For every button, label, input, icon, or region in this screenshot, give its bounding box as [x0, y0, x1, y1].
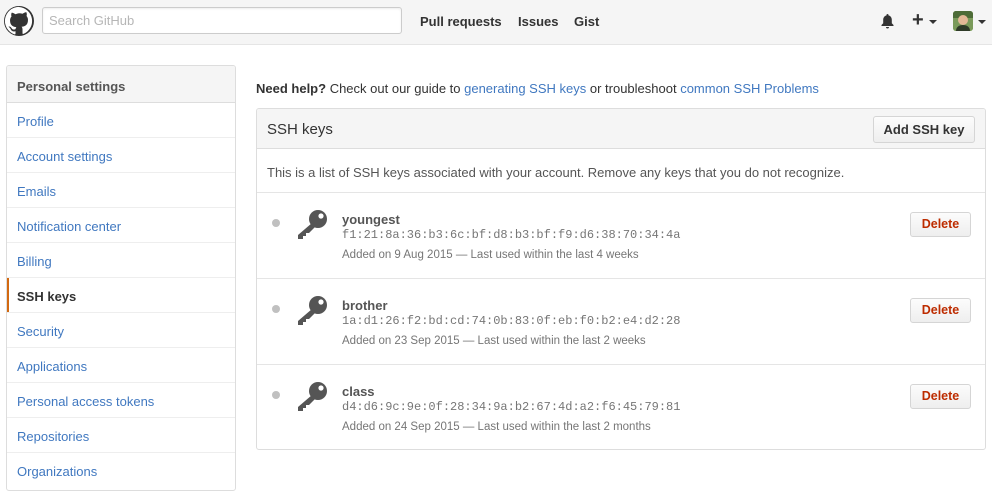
status-dot-icon	[272, 305, 280, 313]
key-title: brother	[342, 298, 388, 313]
key-title: class	[342, 384, 375, 399]
key-icon	[295, 295, 329, 330]
status-dot-icon	[272, 391, 280, 399]
help-text: Need help? Check out our guide to genera…	[256, 81, 819, 96]
key-meta: Added on 24 Sep 2015 — Last used within …	[342, 421, 651, 433]
ssh-key-row: class d4:d6:9c:9e:0f:28:34:9a:b2:67:4d:a…	[257, 365, 985, 449]
sidebar-item-ssh-keys[interactable]: SSH keys	[7, 278, 235, 313]
generating-ssh-keys-link[interactable]: generating SSH keys	[464, 81, 586, 96]
add-ssh-key-button[interactable]: Add SSH key	[873, 116, 975, 143]
panel-header: SSH keys Add SSH key	[257, 109, 985, 149]
help-bold: Need help?	[256, 81, 327, 96]
status-dot-icon	[272, 219, 280, 227]
chevron-down-icon[interactable]	[978, 20, 986, 24]
sidebar-item-applications[interactable]: Applications	[7, 348, 235, 383]
key-fingerprint: f1:21:8a:36:b3:6c:bf:d8:b3:bf:f9:d6:38:7…	[342, 228, 681, 242]
key-meta: Added on 23 Sep 2015 — Last used within …	[342, 335, 646, 347]
ssh-keys-panel: SSH keys Add SSH key This is a list of S…	[256, 108, 986, 450]
delete-key-button[interactable]: Delete	[910, 212, 971, 237]
help-text-part: or troubleshoot	[586, 81, 681, 96]
sidebar-item-billing[interactable]: Billing	[7, 243, 235, 278]
key-fingerprint: 1a:d1:26:f2:bd:cd:74:0b:83:0f:eb:f0:b2:e…	[342, 314, 681, 328]
panel-title: SSH keys	[267, 121, 333, 138]
panel-description: This is a list of SSH keys associated wi…	[257, 149, 985, 193]
github-logo-icon[interactable]	[4, 6, 34, 36]
settings-sidebar: Personal settings Profile Account settin…	[6, 65, 236, 491]
site-header: Pull requests Issues Gist +	[0, 0, 992, 45]
delete-key-button[interactable]: Delete	[910, 384, 971, 409]
nav-gist[interactable]: Gist	[574, 14, 599, 29]
sidebar-item-personal-access-tokens[interactable]: Personal access tokens	[7, 383, 235, 418]
key-icon	[295, 381, 329, 416]
sidebar-item-security[interactable]: Security	[7, 313, 235, 348]
chevron-down-icon[interactable]	[929, 20, 937, 24]
sidebar-title: Personal settings	[7, 66, 235, 103]
nav-pull-requests[interactable]: Pull requests	[420, 14, 502, 29]
key-fingerprint: d4:d6:9c:9e:0f:28:34:9a:b2:67:4d:a2:f6:4…	[342, 400, 681, 414]
search-input[interactable]	[42, 7, 402, 34]
sidebar-item-repositories[interactable]: Repositories	[7, 418, 235, 453]
key-meta: Added on 9 Aug 2015 — Last used within t…	[342, 249, 639, 261]
sidebar-item-emails[interactable]: Emails	[7, 173, 235, 208]
help-text-part: Check out our guide to	[326, 81, 465, 96]
key-title: youngest	[342, 212, 400, 227]
avatar[interactable]	[953, 11, 973, 31]
bell-icon[interactable]	[880, 13, 895, 32]
plus-icon[interactable]: +	[912, 10, 924, 30]
nav-issues[interactable]: Issues	[518, 14, 558, 29]
ssh-key-row: youngest f1:21:8a:36:b3:6c:bf:d8:b3:bf:f…	[257, 193, 985, 279]
sidebar-item-notification-center[interactable]: Notification center	[7, 208, 235, 243]
sidebar-item-profile[interactable]: Profile	[7, 103, 235, 138]
sidebar-item-organizations[interactable]: Organizations	[7, 453, 235, 488]
ssh-key-row: brother 1a:d1:26:f2:bd:cd:74:0b:83:0f:eb…	[257, 279, 985, 365]
common-ssh-problems-link[interactable]: common SSH Problems	[680, 81, 819, 96]
sidebar-item-account-settings[interactable]: Account settings	[7, 138, 235, 173]
delete-key-button[interactable]: Delete	[910, 298, 971, 323]
key-icon	[295, 209, 329, 244]
